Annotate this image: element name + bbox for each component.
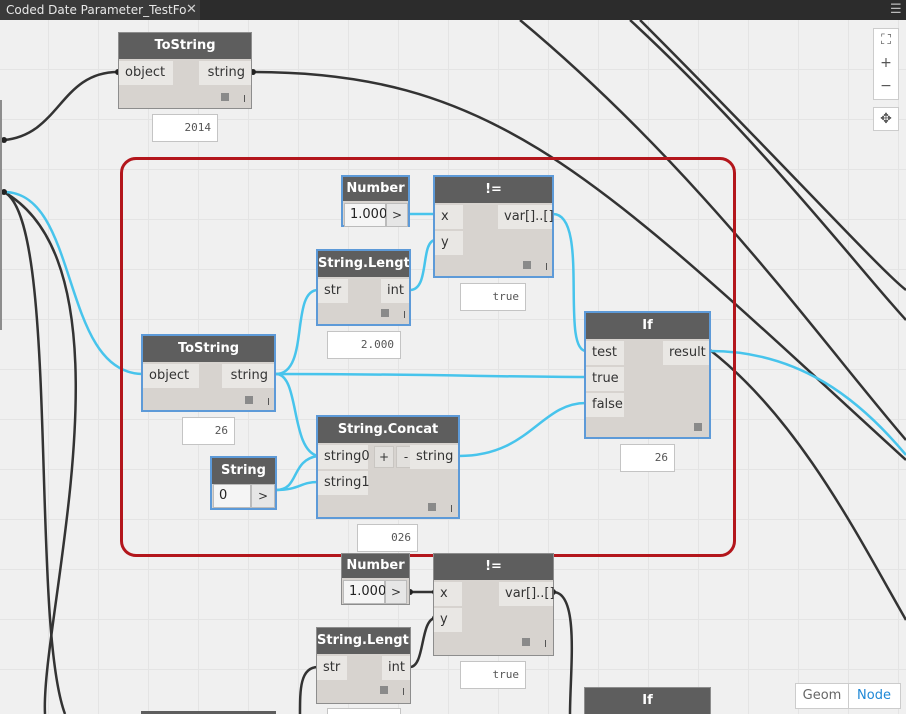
string-length-node[interactable]: String.Length str int: [316, 249, 411, 326]
wire[interactable]: [709, 349, 906, 621]
node-view-button[interactable]: Node: [848, 684, 900, 708]
node-title: String.Length: [318, 251, 409, 277]
hamburger-menu-icon[interactable]: ☰: [890, 3, 902, 17]
output-port-result[interactable]: result: [663, 341, 709, 365]
preview-bubble: 2.000: [327, 331, 401, 359]
tick-icon: [545, 640, 546, 647]
node-canvas[interactable]: ToString object string 2014 Number 1.000…: [0, 20, 906, 714]
string-concat-node[interactable]: String.Concat string0 string1 + - string: [316, 415, 460, 519]
lacing-icon[interactable]: [428, 503, 436, 511]
if-node[interactable]: If test true false result: [584, 311, 711, 439]
not-equal-node[interactable]: != x y var[]..[]: [433, 175, 554, 278]
node-title: ToString: [119, 33, 251, 59]
preview-bubble: [327, 708, 401, 714]
output-port-int[interactable]: int: [381, 279, 409, 303]
preview-bubble: 26: [182, 417, 235, 445]
add-input-button[interactable]: +: [374, 446, 394, 468]
geometry-view-button[interactable]: Geom: [796, 684, 849, 708]
lacing-icon[interactable]: [245, 396, 253, 404]
tick-icon: [451, 505, 452, 512]
input-port-y[interactable]: y: [435, 231, 463, 255]
number-node[interactable]: Number 1.000 >: [341, 175, 410, 227]
number-node[interactable]: Number 1.000 >: [341, 553, 410, 605]
output-arrow-button[interactable]: >: [251, 484, 275, 508]
string-node[interactable]: String 0 >: [210, 456, 277, 510]
fit-view-icon[interactable]: ⛶: [874, 29, 898, 52]
node-title: String.Concat: [318, 417, 458, 443]
output-port-int[interactable]: int: [382, 656, 410, 680]
node-title: Number: [343, 177, 408, 201]
output-port-var[interactable]: var[]..[]: [498, 205, 554, 229]
wire[interactable]: [3, 190, 67, 714]
input-port-false[interactable]: false: [586, 393, 624, 417]
view-toggle: Geom Node: [795, 683, 901, 709]
input-port-string1[interactable]: string1: [318, 471, 370, 495]
node-title: Number: [342, 554, 409, 578]
output-port-string[interactable]: string: [222, 364, 274, 388]
node-title: If: [585, 688, 710, 714]
lacing-icon[interactable]: [523, 261, 531, 269]
input-port-test[interactable]: test: [586, 341, 624, 365]
tab-bar: Coded Date Parameter_TestFo ✕ ☰: [0, 0, 906, 20]
preview-bubble: true: [460, 661, 526, 689]
lacing-icon[interactable]: [694, 423, 702, 431]
output-port-var[interactable]: var[]..[]: [499, 582, 555, 606]
lacing-icon[interactable]: [221, 93, 229, 101]
node-title: !=: [434, 554, 553, 580]
output-arrow-button[interactable]: >: [386, 203, 408, 227]
node-title: ToString: [143, 336, 274, 362]
output-port-string[interactable]: string: [410, 445, 458, 469]
input-port-y[interactable]: y: [434, 608, 462, 632]
output-arrow-button[interactable]: >: [385, 580, 407, 604]
input-port-object[interactable]: object: [143, 364, 199, 388]
lacing-icon[interactable]: [380, 686, 388, 694]
preview-bubble: true: [460, 283, 526, 311]
lacing-icon[interactable]: [381, 309, 389, 317]
wire[interactable]: [3, 190, 77, 714]
zoom-out-icon[interactable]: −: [874, 75, 898, 98]
not-equal-node[interactable]: != x y var[]..[]: [433, 553, 555, 656]
tick-icon: [268, 398, 269, 405]
tick-icon: [404, 311, 405, 318]
preview-bubble: 26: [620, 444, 675, 472]
number-input[interactable]: 1.000: [343, 580, 386, 604]
zoom-in-icon[interactable]: +: [874, 52, 898, 75]
string-input[interactable]: 0: [213, 484, 251, 508]
node-title: If: [586, 313, 709, 339]
tick-icon: [546, 263, 547, 270]
input-port-string0[interactable]: string0: [318, 445, 370, 469]
tostring-node[interactable]: ToString object string: [118, 32, 252, 109]
output-port-string[interactable]: string: [199, 61, 251, 85]
tostring-node[interactable]: ToString object string: [141, 334, 276, 412]
close-icon[interactable]: ✕: [186, 0, 197, 20]
node-title: !=: [435, 177, 552, 203]
zoom-controls: ⛶ + −: [873, 28, 899, 100]
partial-node-edge: [0, 100, 2, 330]
string-length-node[interactable]: String.Length str int: [316, 627, 411, 704]
input-port-str[interactable]: str: [317, 656, 347, 680]
input-port-true[interactable]: true: [586, 367, 624, 391]
lacing-icon[interactable]: [522, 638, 530, 646]
input-port-str[interactable]: str: [318, 279, 348, 303]
input-port-x[interactable]: x: [434, 582, 462, 606]
wire[interactable]: [409, 616, 436, 669]
workspace-tab-title: Coded Date Parameter_TestFo: [6, 3, 187, 17]
input-port-x[interactable]: x: [435, 205, 463, 229]
tick-icon: [244, 95, 245, 102]
number-input[interactable]: 1.000: [344, 203, 387, 227]
preview-bubble: 2014: [152, 114, 218, 142]
pan-icon[interactable]: ✥: [873, 107, 899, 131]
tick-icon: [403, 688, 404, 695]
input-port-object[interactable]: object: [119, 61, 173, 85]
node-title: String: [212, 458, 275, 484]
wire[interactable]: [552, 590, 574, 714]
wire[interactable]: [3, 70, 119, 142]
workspace-tab[interactable]: Coded Date Parameter_TestFo: [0, 0, 200, 20]
preview-bubble: 026: [357, 524, 418, 552]
if-node[interactable]: If: [584, 687, 711, 714]
node-title: String.Length: [317, 628, 410, 654]
